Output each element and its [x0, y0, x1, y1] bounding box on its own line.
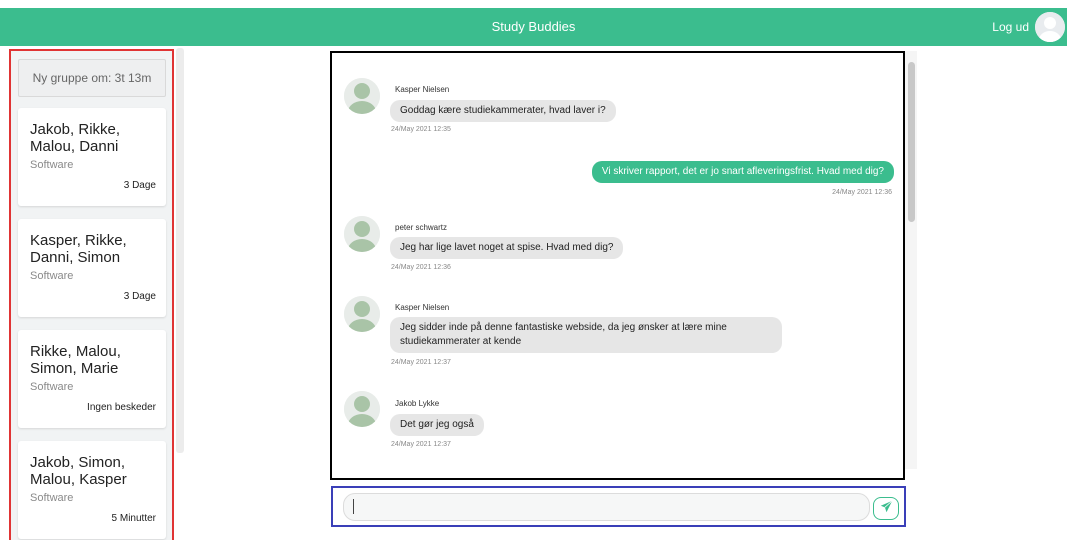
user-avatar-icon: [344, 296, 380, 332]
message-bubble: Jeg sidder inde på denne fantastiske web…: [390, 317, 782, 353]
group-topic: Software: [30, 270, 74, 282]
group-sidebar: Ny gruppe om: 3t 13m Jakob, Rikke, Malou…: [9, 49, 174, 540]
send-button[interactable]: [873, 497, 899, 520]
message-author: Kasper Nielsen: [395, 303, 450, 312]
own-message-bubble: Vi skriver rapport, det er jo snart afle…: [591, 161, 894, 183]
sidebar-scrollbar[interactable]: [176, 48, 184, 453]
group-card[interactable]: Rikke, Malou, Simon, Marie Software Inge…: [18, 330, 166, 428]
logout-link[interactable]: Log ud: [992, 8, 1029, 46]
text-caret: [353, 499, 354, 514]
message-bubble: Det gør jeg også: [390, 414, 484, 436]
message-bubble: Goddag kære studiekammerater, hvad laver…: [390, 100, 616, 122]
group-topic: Software: [30, 381, 74, 393]
group-last-activity: Ingen beskeder: [87, 402, 156, 413]
message-timestamp: 24/May 2021 12:36: [832, 189, 892, 196]
user-avatar-icon: [344, 78, 380, 114]
group-members: Jakob, Rikke, Malou, Danni: [30, 121, 121, 155]
message-author: Jakob Lykke: [395, 399, 440, 408]
group-members: Jakob, Simon, Malou, Kasper: [30, 454, 127, 488]
new-group-countdown: Ny gruppe om: 3t 13m: [18, 59, 166, 97]
user-avatar-icon: [344, 391, 380, 427]
app-title[interactable]: Study Buddies: [0, 8, 1067, 46]
message-bubble: Jeg har lige lavet noget at spise. Hvad …: [390, 237, 624, 259]
group-members: Rikke, Malou, Simon, Marie: [30, 343, 121, 377]
profile-avatar-icon[interactable]: [1035, 12, 1065, 42]
paper-plane-icon: [880, 500, 893, 518]
user-avatar-icon: [344, 216, 380, 252]
group-card[interactable]: Kasper, Rikke, Danni, Simon Software 3 D…: [18, 219, 166, 317]
group-topic: Software: [30, 492, 74, 504]
message-timestamp: 24/May 2021 12:37: [391, 359, 451, 366]
message-input[interactable]: [343, 493, 870, 521]
group-last-activity: 3 Dage: [123, 180, 156, 191]
message-timestamp: 24/May 2021 12:36: [391, 264, 451, 271]
message-timestamp: 24/May 2021 12:35: [391, 126, 451, 133]
group-last-activity: 5 Minutter: [111, 513, 156, 524]
group-card[interactable]: Jakob, Simon, Malou, Kasper Software 5 M…: [18, 441, 166, 539]
chat-scrollbar-thumb[interactable]: [908, 62, 915, 222]
chat-messages-panel: Kasper Nielsen Goddag kære studiekammera…: [330, 51, 905, 480]
group-card[interactable]: Jakob, Rikke, Malou, Danni Software 3 Da…: [18, 108, 166, 206]
message-composer: [331, 486, 906, 527]
group-last-activity: 3 Dage: [123, 291, 156, 302]
group-members: Kasper, Rikke, Danni, Simon: [30, 232, 127, 266]
message-author: peter schwartz: [395, 223, 448, 232]
message-author: Kasper Nielsen: [395, 85, 450, 94]
group-topic: Software: [30, 159, 74, 171]
top-navbar: Study Buddies Log ud: [0, 8, 1067, 46]
message-timestamp: 24/May 2021 12:37: [391, 441, 451, 448]
